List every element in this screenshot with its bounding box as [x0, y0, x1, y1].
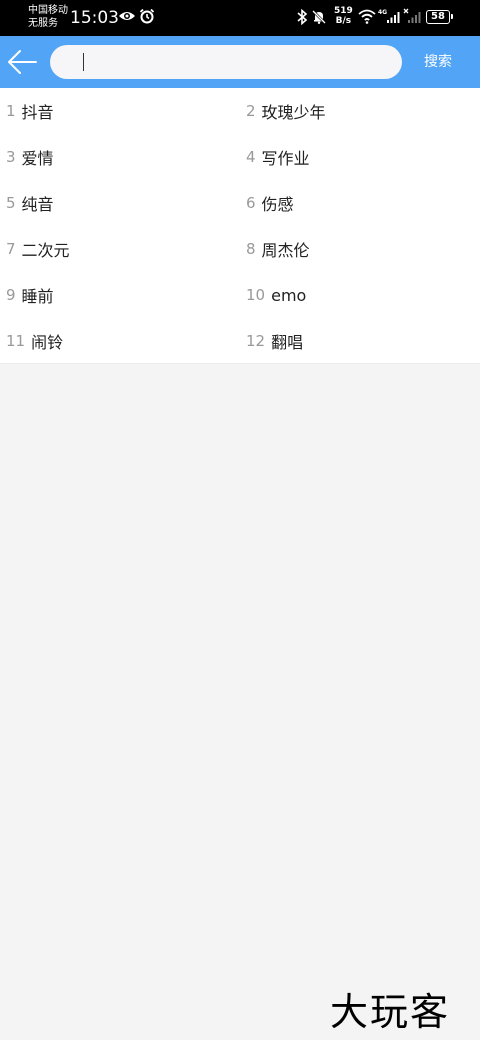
hot-search-label: 睡前	[21, 287, 54, 306]
hot-search-rank: 4	[246, 148, 256, 166]
hot-search-label: 周杰伦	[261, 241, 310, 260]
hot-search-list: 1 抖音 2 玫瑰少年 3 爱情 4 写作业 5 纯音 6 伤感 7 二次元 8…	[0, 88, 480, 364]
hot-search-item[interactable]: 8 周杰伦	[246, 226, 480, 272]
hot-search-rank: 8	[246, 240, 256, 258]
hot-search-label: emo	[271, 285, 307, 305]
hot-search-item[interactable]: 4 写作业	[246, 134, 480, 180]
battery-icon: 58	[426, 10, 453, 24]
hot-search-item[interactable]: 10 emo	[246, 272, 480, 318]
carrier-info: 中国移动 无服务	[28, 4, 68, 30]
hot-search-label: 抖音	[21, 103, 54, 122]
carrier-service: 无服务	[28, 18, 58, 29]
mute-bell-icon	[312, 10, 326, 24]
hot-search-item[interactable]: 2 玫瑰少年	[246, 88, 480, 134]
signal-icon	[387, 12, 400, 23]
bluetooth-icon	[297, 9, 308, 25]
hot-search-item[interactable]: 7 二次元	[6, 226, 246, 272]
no-signal-icon	[403, 8, 421, 23]
hot-search-rank: 6	[246, 194, 256, 212]
carrier-name: 中国移动	[28, 5, 68, 16]
watermark-logo: 大玩客	[330, 990, 451, 1034]
wifi-icon	[358, 9, 376, 24]
hot-search-item[interactable]: 9 睡前	[6, 272, 246, 318]
hot-search-label: 写作业	[261, 149, 310, 168]
hot-search-item[interactable]: 11 闹铃	[6, 318, 246, 364]
network-speed-unit: B/s	[335, 16, 352, 26]
search-button[interactable]: 搜索	[408, 36, 468, 88]
search-box[interactable]	[50, 45, 402, 79]
hot-search-label: 爱情	[21, 149, 54, 168]
hot-search-label: 玫瑰少年	[261, 103, 326, 122]
text-cursor	[83, 53, 84, 71]
hot-search-item[interactable]: 12 翻唱	[246, 318, 480, 364]
hot-search-rank: 9	[6, 286, 16, 304]
hot-search-rank: 3	[6, 148, 16, 166]
hot-search-label: 翻唱	[271, 333, 304, 352]
hot-search-label: 二次元	[21, 241, 70, 260]
hot-search-rank: 11	[6, 332, 26, 350]
hot-search-item[interactable]: 5 纯音	[6, 180, 246, 226]
eye-icon	[119, 12, 135, 20]
hot-search-item[interactable]: 6 伤感	[246, 180, 480, 226]
status-bar: 中国移动 无服务 15:03 519 B/s 4G 58	[0, 0, 480, 36]
hot-search-item[interactable]: 1 抖音	[6, 88, 246, 134]
alarm-icon	[139, 8, 155, 24]
hot-search-rank: 5	[6, 194, 16, 212]
hot-search-label: 闹铃	[31, 333, 64, 352]
hot-search-label: 纯音	[21, 195, 54, 214]
search-header: 搜索	[0, 36, 480, 88]
hot-search-label: 伤感	[261, 195, 294, 214]
hot-search-rank: 2	[246, 102, 256, 120]
network-speed: 519 B/s	[334, 6, 353, 26]
hot-search-rank: 10	[246, 286, 266, 304]
clock: 15:03	[70, 8, 119, 28]
search-input[interactable]	[80, 45, 380, 79]
hot-search-rank: 12	[246, 332, 266, 350]
arrow-left-icon	[8, 50, 37, 74]
hot-search-rank: 7	[6, 240, 16, 258]
hot-search-rank: 1	[6, 102, 16, 120]
back-button[interactable]	[4, 46, 40, 78]
hot-search-item[interactable]: 3 爱情	[6, 134, 246, 180]
network-speed-value: 519	[334, 6, 353, 16]
